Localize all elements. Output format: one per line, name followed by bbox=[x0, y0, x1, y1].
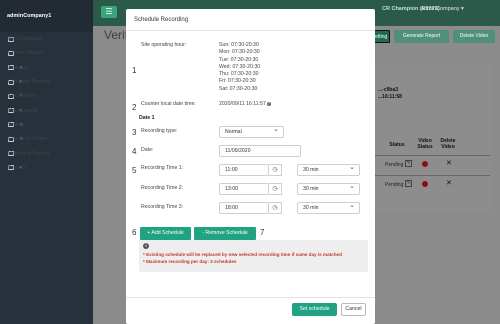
user-menu[interactable]: adminCompany ▾ bbox=[421, 6, 464, 12]
sidebar-item-product[interactable]: Product ‹ bbox=[0, 161, 93, 175]
sidebar-item-marketing-tracker[interactable]: Marketing Tracker bbox=[0, 146, 93, 160]
add-schedule-button[interactable]: + Add Schedule bbox=[140, 227, 191, 240]
modal-title: Schedule Recording bbox=[134, 17, 189, 23]
video-status-dot-icon bbox=[422, 181, 428, 187]
sidebar-item-company-reports[interactable]: Company Reports ‹ bbox=[0, 75, 93, 89]
table-row: Pending ✎ ✕ bbox=[372, 155, 490, 175]
video-status-header: Video Status bbox=[417, 138, 433, 150]
generate-report-button[interactable]: Generate Report bbox=[394, 30, 449, 43]
annotation-7: 7 bbox=[260, 228, 265, 237]
annotation-6: 6 bbox=[132, 228, 137, 237]
video-status-dot-icon bbox=[422, 161, 428, 167]
delete-video-button[interactable]: Delete Video bbox=[453, 30, 495, 43]
delete-video-header: Delete Video bbox=[440, 138, 456, 150]
sidebar: adminCompany1 My Dashboard Custom Report A… bbox=[0, 0, 93, 324]
annotation-3: 3 bbox=[132, 128, 137, 137]
hamburger-menu-icon[interactable]: ☰ bbox=[101, 6, 117, 18]
recording-type-label: Recording type: bbox=[141, 128, 178, 134]
delete-icon[interactable]: ✕ bbox=[446, 179, 452, 187]
note-replace-schedule: * Existing schedule will be replaced by … bbox=[143, 252, 342, 257]
recording-time-3-input[interactable]: 18:00 bbox=[219, 202, 269, 214]
sidebar-item-resource-center[interactable]: Resource Center ‹ bbox=[0, 132, 93, 146]
sidebar-item-maintenance[interactable]: Maintenance ‹ bbox=[0, 103, 93, 117]
annotation-4: 4 bbox=[132, 147, 137, 156]
date-label: Date: bbox=[141, 147, 154, 153]
info-box: i * Existing schedule will be replaced b… bbox=[139, 240, 368, 272]
delete-icon[interactable]: ✕ bbox=[446, 159, 452, 167]
sidebar-item-label: Custom Report bbox=[8, 50, 43, 57]
help-icon[interactable]: ? bbox=[266, 101, 271, 106]
video-id: ...-c9ba3 ...16:11:58 bbox=[378, 87, 402, 100]
recording-type-select[interactable]: Normal bbox=[219, 125, 284, 138]
counter-datetime-value: 2020/09/11 16:11:57? bbox=[219, 101, 271, 107]
recording-time-1-label: Recording Time 1: bbox=[141, 165, 184, 171]
sidebar-item-label: Product bbox=[8, 164, 26, 171]
edit-icon[interactable]: ✎ bbox=[405, 180, 412, 187]
sidebar-item-my-dashboard[interactable]: My Dashboard bbox=[0, 32, 93, 46]
remove-schedule-button[interactable]: - Remove Schedule bbox=[194, 227, 256, 240]
sidebar-item-label: Maintenance bbox=[8, 107, 38, 114]
sidebar-company-name: adminCompany1 bbox=[0, 0, 93, 32]
cancel-button[interactable]: Cancel bbox=[341, 303, 366, 316]
sidebar-item-analytics[interactable]: Analytics ‹ bbox=[0, 61, 93, 75]
annotation-1: 1 bbox=[132, 66, 137, 75]
edit-icon[interactable]: ✎ bbox=[405, 160, 412, 167]
recording-time-2-duration-select[interactable]: 30 min bbox=[297, 182, 360, 195]
sidebar-item-setting[interactable]: Setting ‹ bbox=[0, 118, 93, 132]
status-header: Status bbox=[389, 142, 405, 148]
date-section-title: Date 1 bbox=[139, 115, 155, 121]
recording-time-3-label: Recording Time 3: bbox=[141, 204, 184, 210]
date-input[interactable]: 11/09/2020 bbox=[219, 145, 301, 157]
info-icon: i bbox=[143, 243, 149, 249]
sidebar-item-label: My Dashboard bbox=[8, 36, 42, 43]
clock-icon[interactable]: ◷ bbox=[269, 164, 282, 176]
sidebar-item-custom-report[interactable]: Custom Report bbox=[0, 46, 93, 60]
annotation-5: 5 bbox=[132, 166, 137, 175]
row-status: Pending bbox=[385, 162, 404, 168]
site-hours-list: Sun: 07:30-20:30 Mon: 07:30-20:30 Tue: 0… bbox=[219, 42, 261, 92]
clock-icon[interactable]: ◷ bbox=[269, 183, 282, 195]
site-hours-label: Site operating hour: bbox=[141, 42, 187, 48]
sidebar-item-label: Company Reports bbox=[8, 79, 50, 86]
recording-time-2-input[interactable]: 13:00 bbox=[219, 183, 269, 195]
sidebar-item-label: Setting bbox=[8, 121, 25, 128]
recording-time-2-label: Recording Time 2: bbox=[141, 185, 184, 191]
modal-header: Schedule Recording bbox=[126, 9, 375, 31]
recording-time-1-input[interactable]: 11:00 bbox=[219, 164, 269, 176]
counter-datetime-label: Counter local date time: bbox=[141, 101, 196, 107]
sidebar-item-label: Resource Center bbox=[8, 136, 48, 143]
note-max-recording: * Maximum recording per day: 3 schedules bbox=[143, 259, 237, 264]
clock-icon[interactable]: ◷ bbox=[269, 202, 282, 214]
recording-time-1-duration-select[interactable]: 30 min bbox=[297, 163, 360, 176]
annotation-2: 2 bbox=[132, 103, 137, 112]
sidebar-item-label: Marketing Tracker bbox=[8, 150, 50, 157]
recording-time-3-duration-select[interactable]: 30 min bbox=[297, 201, 360, 214]
table-row: Pending ✎ ✕ bbox=[372, 175, 490, 195]
row-status: Pending bbox=[385, 182, 404, 188]
set-schedule-button[interactable]: Set schedule bbox=[292, 303, 337, 316]
sidebar-item-site-reports[interactable]: Site Reports ‹ bbox=[0, 89, 93, 103]
sidebar-item-label: Site Reports bbox=[8, 93, 37, 100]
sidebar-item-label: Analytics bbox=[8, 64, 29, 71]
modal-footer-divider bbox=[126, 297, 375, 298]
